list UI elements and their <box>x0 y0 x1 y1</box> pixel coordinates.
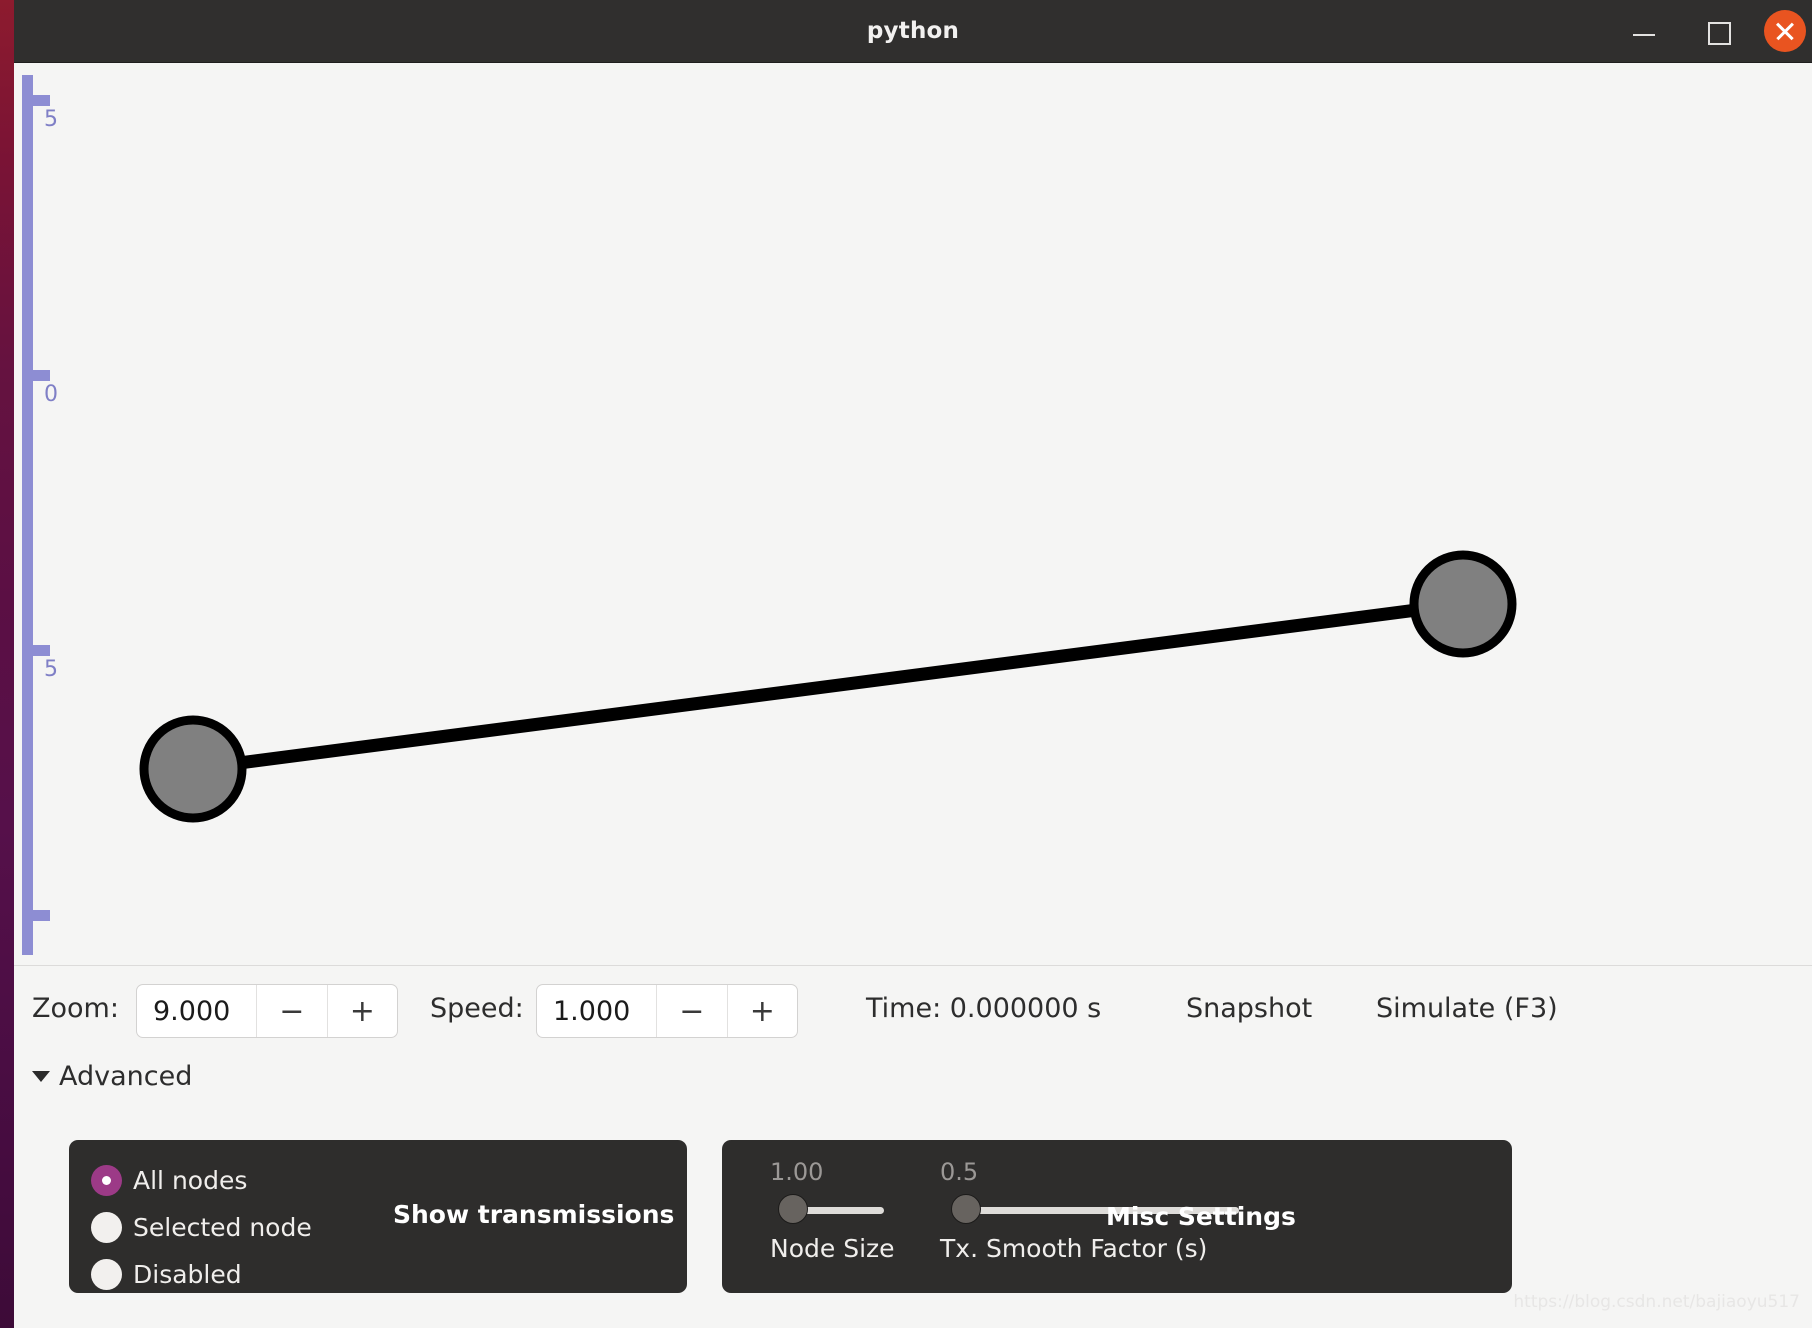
radio-selected-dot <box>102 1175 111 1185</box>
zoom-decrement-button[interactable]: − <box>256 985 326 1037</box>
zoom-label: Zoom: <box>32 993 119 1024</box>
speed-increment-button[interactable]: + <box>726 985 797 1037</box>
radio-button-icon[interactable] <box>91 1164 122 1196</box>
zoom-increment-button[interactable]: + <box>326 985 397 1037</box>
zoom-spinner[interactable]: 9.000 − + <box>136 984 398 1038</box>
radio-button-icon[interactable] <box>91 1258 122 1290</box>
slider-value: 0.5 <box>940 1158 979 1186</box>
misc-settings-panel: 1.00 Node Size 0.5 Tx. Smooth Factor (s) Mi… <box>722 1140 1512 1293</box>
chevron-down-icon <box>32 1070 50 1082</box>
minimize-icon <box>1633 34 1655 36</box>
transmission-mode-label: All nodes <box>133 1165 248 1195</box>
close-button[interactable] <box>1764 10 1812 52</box>
network-graph <box>139 550 1517 823</box>
graph-node[interactable] <box>139 715 247 823</box>
transmission-mode-label: Selected node <box>133 1212 312 1242</box>
maximize-icon <box>1708 22 1731 45</box>
speed-label: Speed: <box>430 993 524 1024</box>
maximize-button[interactable] <box>1700 13 1736 49</box>
speed-decrement-button[interactable]: − <box>656 985 726 1037</box>
snapshot-button[interactable]: Snapshot <box>1186 966 1312 1052</box>
graph-edge <box>192 597 1464 776</box>
misc-settings-title: Misc Settings <box>1106 1202 1296 1231</box>
advanced-label: Advanced <box>59 1060 193 1092</box>
watermark: https://blog.csdn.net/bajiaoyu517 <box>1513 1292 1800 1312</box>
slider-caption: Node Size <box>770 1234 895 1263</box>
slider-knob[interactable] <box>951 1194 981 1224</box>
slider-knob[interactable] <box>778 1194 808 1224</box>
transmission-mode-label: Disabled <box>133 1259 242 1289</box>
speed-input[interactable]: 1.000 <box>537 985 656 1037</box>
minimize-button[interactable] <box>1626 13 1662 49</box>
simulation-canvas[interactable]: 505 <box>14 63 1812 966</box>
slider-group: 1.00 Node Size <box>770 1158 900 1263</box>
simulate-button[interactable]: Simulate (F3) <box>1376 966 1558 1052</box>
control-toolbar: Zoom: 9.000 − + Speed: 1.000 − + Time: 0… <box>14 966 1812 1052</box>
slider-value: 1.00 <box>770 1158 824 1186</box>
window-title: python <box>866 18 960 44</box>
show-transmissions-panel: All nodes Selected node Disabled Show tran… <box>69 1140 687 1293</box>
time-readout: Time: 0.000000 s <box>866 993 1102 1024</box>
advanced-disclosure[interactable]: Advanced <box>32 1052 192 1100</box>
zoom-input[interactable]: 9.000 <box>137 985 256 1037</box>
slider-caption: Tx. Smooth Factor (s) <box>940 1234 1208 1263</box>
transmission-mode-option[interactable]: All nodes <box>91 1162 247 1198</box>
show-transmissions-title: Show transmissions <box>393 1200 675 1229</box>
radio-button-icon[interactable] <box>91 1211 122 1243</box>
title-bar: python <box>14 0 1812 63</box>
transmission-mode-option[interactable]: Disabled <box>91 1256 242 1292</box>
slider-control[interactable] <box>770 1194 900 1224</box>
graph-edges <box>192 597 1464 776</box>
application-window: python 505 Zoom: 9.000 − + Speed: 1.000 … <box>14 0 1812 1328</box>
transmission-mode-option[interactable]: Selected node <box>91 1209 312 1245</box>
graph-node[interactable] <box>1409 550 1517 658</box>
speed-spinner[interactable]: 1.000 − + <box>536 984 798 1038</box>
